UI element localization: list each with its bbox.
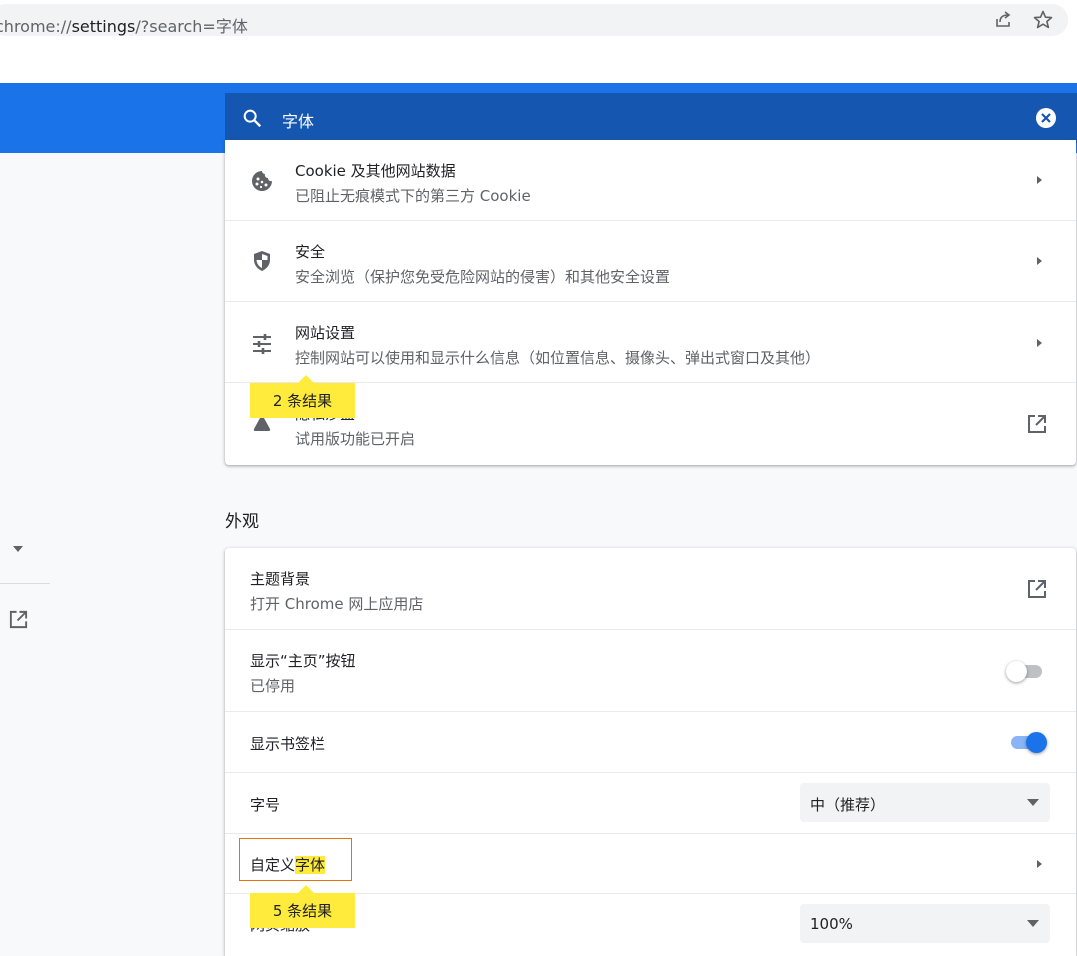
row-title: Cookie 及其他网站数据 [295, 162, 456, 180]
row-title: 安全 [295, 243, 326, 261]
select-value: 中（推荐） [810, 796, 886, 814]
home-button-row[interactable]: 显示“主页”按钮 已停用 [225, 630, 1076, 712]
row-title: 显示书签栏 [250, 735, 326, 753]
bubble-tip [298, 375, 314, 383]
row-subtitle: 已阻止无痕模式下的第三方 Cookie [295, 187, 531, 205]
select-value: 100% [810, 915, 853, 933]
omnibox[interactable]: chrome://settings/?search=字体 [0, 4, 1068, 36]
search-icon [243, 109, 262, 128]
row-subtitle: 打开 Chrome 网上应用店 [250, 595, 424, 613]
search-match-outline [239, 838, 352, 881]
font-size-select[interactable]: 中（推荐） [800, 783, 1050, 822]
search-result-bubble: 5 条结果 [250, 885, 355, 928]
row-subtitle: 安全浏览（保护您免受危险网站的侵害）和其他安全设置 [295, 268, 671, 286]
shield-icon [254, 251, 270, 271]
bookmarks-bar-row[interactable]: 显示书签栏 [225, 712, 1076, 773]
arrow-right-icon [1037, 860, 1042, 868]
row-subtitle: 控制网站可以使用和显示什么信息（如位置信息、摄像头、弹出式窗口及其他） [295, 349, 821, 367]
open-in-new-icon[interactable] [1026, 578, 1048, 600]
site-settings-row[interactable]: 网站设置 控制网站可以使用和显示什么信息（如位置信息、摄像头、弹出式窗口及其他） [225, 302, 1076, 383]
bubble-text: 2 条结果 [272, 392, 333, 410]
page-top-strip [0, 40, 1077, 83]
cookies-row[interactable]: Cookie 及其他网站数据 已阻止无痕模式下的第三方 Cookie [225, 140, 1076, 221]
home-button-toggle[interactable] [1006, 659, 1044, 683]
toggle-knob [1026, 732, 1047, 753]
clear-icon[interactable] [1035, 107, 1057, 129]
row-subtitle: 已停用 [250, 677, 296, 695]
tune-icon [253, 334, 271, 354]
search-input[interactable]: 字体 [282, 108, 314, 132]
url-text[interactable]: chrome://settings/?search=字体 [0, 13, 248, 37]
toggle-knob [1006, 661, 1027, 682]
open-in-new-icon[interactable] [1026, 413, 1048, 435]
chevron-down-icon [1027, 920, 1039, 927]
bookmarks-bar-toggle[interactable] [1009, 730, 1047, 754]
cookie-icon [252, 171, 272, 191]
theme-row[interactable]: 主题背景 打开 Chrome 网上应用店 [225, 548, 1076, 630]
row-title: 主题背景 [250, 570, 311, 588]
bubble-tip [298, 885, 314, 893]
section-title-appearance: 外观 [225, 512, 259, 532]
row-title: 字号 [250, 796, 281, 814]
arrow-right-icon [1037, 339, 1042, 347]
security-row[interactable]: 安全 安全浏览（保护您免受危险网站的侵害）和其他安全设置 [225, 221, 1076, 302]
bubble-text: 5 条结果 [272, 902, 333, 920]
font-size-row: 字号 中（推荐） [225, 773, 1076, 834]
chevron-down-icon[interactable] [12, 545, 24, 553]
star-icon[interactable] [1033, 10, 1053, 30]
browser-toolbar: chrome://settings/?search=字体 [0, 0, 1077, 40]
custom-fonts-row[interactable]: 自定义字体 [225, 834, 1076, 894]
chevron-down-icon [1027, 799, 1039, 806]
search-result-bubble: 2 条结果 [250, 375, 355, 418]
page-zoom-select[interactable]: 100% [800, 904, 1050, 943]
row-title: 网站设置 [295, 324, 356, 342]
arrow-right-icon [1037, 257, 1042, 265]
row-subtitle: 试用版功能已开启 [295, 430, 416, 448]
share-icon[interactable] [993, 10, 1013, 30]
settings-search-box[interactable]: 字体 [225, 93, 1077, 143]
arrow-right-icon [1037, 176, 1042, 184]
left-divider [0, 583, 50, 584]
row-title: 显示“主页”按钮 [250, 652, 356, 670]
open-in-new-icon[interactable] [8, 609, 29, 630]
